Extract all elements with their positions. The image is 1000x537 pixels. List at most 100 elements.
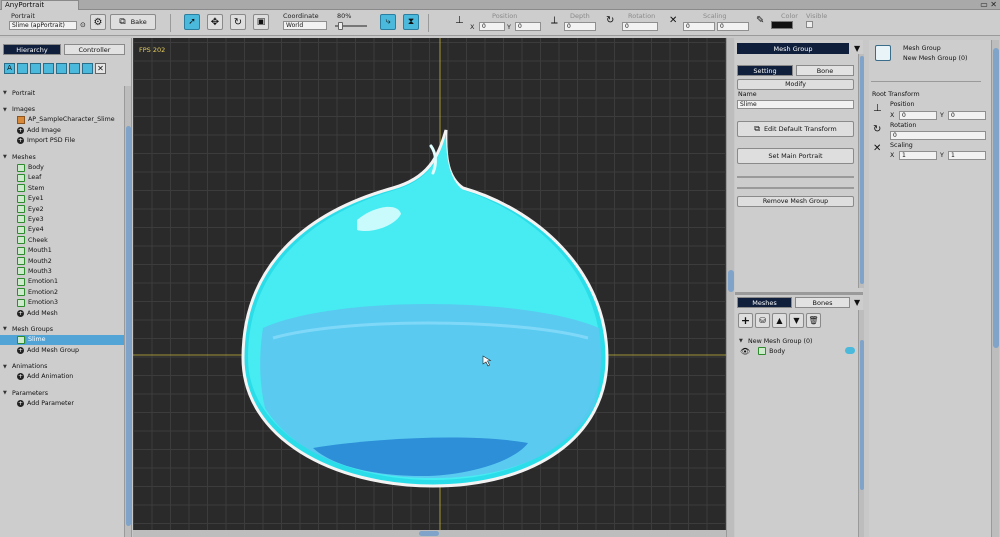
move-up-button[interactable]: ▲ bbox=[772, 313, 787, 328]
select-tool-button[interactable]: ➚ bbox=[184, 14, 200, 30]
color-swatch[interactable] bbox=[771, 21, 793, 29]
scale-tool-button[interactable]: ▣ bbox=[253, 14, 269, 30]
canvas-horizontal-scrollbar[interactable] bbox=[133, 530, 726, 537]
tree-section-images[interactable]: ▼ Images bbox=[3, 104, 122, 114]
eye-visibility-icon[interactable]: 👁 bbox=[740, 347, 750, 356]
mesh-child-toggle-icon[interactable] bbox=[845, 347, 855, 354]
filter-clear-icon[interactable]: ✕ bbox=[95, 63, 106, 74]
window-controls[interactable]: ▭ ✕ bbox=[980, 0, 997, 9]
inspector-scrollbar[interactable] bbox=[991, 40, 999, 537]
add-child-button[interactable]: + bbox=[738, 313, 753, 328]
meshes-scrollbar-thumb[interactable] bbox=[860, 340, 864, 490]
tree-add-image[interactable]: + Add Image bbox=[3, 125, 122, 135]
filter-meshgroup-icon[interactable] bbox=[43, 63, 54, 74]
tree-item-meshgroup-slime[interactable]: Slime bbox=[0, 334, 124, 345]
tree-add-animation[interactable]: + Add Animation bbox=[3, 372, 122, 382]
tree-item-mesh[interactable]: Eye2 bbox=[3, 204, 122, 214]
root-scale-y-input[interactable]: 1 bbox=[948, 151, 986, 160]
edit-default-transform-button[interactable]: ⧉ Edit Default Transform bbox=[737, 121, 854, 137]
tree-item-mesh[interactable]: Body bbox=[3, 162, 122, 172]
zoom-slider-handle[interactable] bbox=[338, 22, 343, 30]
scaling-x-input[interactable]: 0 bbox=[683, 22, 715, 31]
filter-bone-icon[interactable] bbox=[82, 63, 93, 74]
set-main-portrait-button[interactable]: Set Main Portrait bbox=[737, 148, 854, 164]
tree-import-psd[interactable]: + Import PSD File bbox=[3, 136, 122, 146]
scaling-y-input[interactable]: 0 bbox=[717, 22, 749, 31]
root-scale-x-input[interactable]: 1 bbox=[899, 151, 937, 160]
tree-item-mesh[interactable]: Emotion1 bbox=[3, 277, 122, 287]
bake-button[interactable]: ⧉ Bake bbox=[110, 14, 156, 30]
mesh-group-scrollbar[interactable] bbox=[858, 54, 864, 288]
tree-section-parameters[interactable]: ▼ Parameters bbox=[3, 388, 122, 398]
tree-item-mesh[interactable]: Cheek bbox=[3, 235, 122, 245]
tree-item-mesh[interactable]: Mouth1 bbox=[3, 245, 122, 255]
tree-section-portrait[interactable]: ▼ Portrait bbox=[3, 88, 122, 98]
name-input[interactable]: Slime bbox=[737, 100, 854, 109]
meshes-scrollbar[interactable] bbox=[858, 310, 864, 537]
rotation-input[interactable]: 0 bbox=[622, 22, 658, 31]
move-down-button[interactable]: ▼ bbox=[789, 313, 804, 328]
visible-checkbox[interactable] bbox=[806, 21, 813, 28]
tree-item-mesh[interactable]: Leaf bbox=[3, 173, 122, 183]
filter-mesh-icon[interactable] bbox=[30, 63, 41, 74]
meshes-menu-arrow-icon[interactable]: ▼ bbox=[854, 298, 860, 307]
depth-input[interactable]: 0 bbox=[564, 22, 596, 31]
tree-item-mesh[interactable]: Mouth2 bbox=[3, 256, 122, 266]
position-x-input[interactable]: 0 bbox=[479, 22, 505, 31]
filter-parameter-icon[interactable] bbox=[69, 63, 80, 74]
mesh-child-body[interactable]: 👁 Body bbox=[740, 346, 785, 356]
canvas-vertical-scrollbar[interactable] bbox=[726, 38, 734, 537]
tree-add-parameter[interactable]: + Add Parameter bbox=[3, 399, 122, 409]
canvas-vscroll-thumb[interactable] bbox=[728, 270, 734, 292]
tree-section-animations[interactable]: ▼ Animations bbox=[3, 361, 122, 371]
filter-image-icon[interactable] bbox=[17, 63, 28, 74]
tree-item-mesh[interactable]: Emotion2 bbox=[3, 287, 122, 297]
modify-button[interactable]: Modify bbox=[737, 79, 854, 90]
root-pos-y-input[interactable]: 0 bbox=[948, 111, 986, 120]
onion-skin-button[interactable]: ⤷ bbox=[380, 14, 396, 30]
tab-bone[interactable]: Bone bbox=[796, 65, 854, 76]
window-tab[interactable]: AnyPortrait bbox=[1, 0, 79, 10]
layer-button[interactable]: ⛁ bbox=[755, 313, 770, 328]
tree-item-mesh[interactable]: Stem bbox=[3, 183, 122, 193]
tree-item-mesh[interactable]: Emotion3 bbox=[3, 297, 122, 307]
tree-section-mesh-groups[interactable]: ▼ Mesh Groups bbox=[3, 324, 122, 334]
move-tool-button[interactable]: ✥ bbox=[207, 14, 223, 30]
tab-hierarchy[interactable]: Hierarchy bbox=[3, 44, 61, 55]
tree-section-meshes[interactable]: ▼ Meshes bbox=[3, 152, 122, 162]
slime-artwork bbox=[133, 38, 726, 530]
position-y-input[interactable]: 0 bbox=[515, 22, 541, 31]
tab-bones[interactable]: Bones bbox=[795, 297, 850, 308]
tree-item-mesh[interactable]: Eye3 bbox=[3, 214, 122, 224]
portrait-select-target-icon[interactable]: ⊙ bbox=[80, 21, 86, 29]
filter-all-icon[interactable]: A bbox=[4, 63, 15, 74]
settings-gear-button[interactable]: ⚙ bbox=[90, 14, 106, 30]
tree-add-mesh-group[interactable]: + Add Mesh Group bbox=[3, 345, 122, 355]
root-rotation-input[interactable]: 0 bbox=[890, 131, 986, 140]
mesh-group-scrollbar-thumb[interactable] bbox=[860, 56, 864, 284]
coordinate-select[interactable]: World bbox=[283, 21, 327, 30]
tree-add-mesh[interactable]: + Add Mesh bbox=[3, 308, 122, 318]
rotate-tool-button[interactable]: ↻ bbox=[230, 14, 246, 30]
filter-animation-icon[interactable] bbox=[56, 63, 67, 74]
canvas-hscroll-thumb[interactable] bbox=[419, 531, 439, 536]
tree-item-image[interactable]: AP_SampleCharacter_Slime bbox=[3, 115, 122, 125]
tab-setting[interactable]: Setting bbox=[737, 65, 793, 76]
root-pos-x-input[interactable]: 0 bbox=[899, 111, 937, 120]
panel-menu-arrow-icon[interactable]: ▼ bbox=[854, 44, 860, 53]
tree-item-mesh[interactable]: Eye4 bbox=[3, 225, 122, 235]
tree-item-mesh[interactable]: Eye1 bbox=[3, 194, 122, 204]
portrait-select[interactable]: Slime (apPortrait) bbox=[9, 21, 77, 30]
viewport-canvas[interactable]: FPS 202 bbox=[133, 38, 726, 530]
tab-controller[interactable]: Controller bbox=[64, 44, 125, 55]
mesh-group-node[interactable]: ▼ New Mesh Group (0) bbox=[739, 336, 812, 346]
hierarchy-scrollbar-thumb[interactable] bbox=[126, 126, 131, 526]
tree-item-mesh[interactable]: Mouth3 bbox=[3, 266, 122, 276]
hierarchy-scrollbar[interactable] bbox=[124, 86, 131, 537]
remove-mesh-group-button[interactable]: Remove Mesh Group bbox=[737, 196, 854, 207]
mesh-view-button[interactable]: ⧗ bbox=[403, 14, 419, 30]
panel-splitter[interactable] bbox=[735, 292, 863, 295]
inspector-scrollbar-thumb[interactable] bbox=[993, 48, 999, 348]
tab-meshes[interactable]: Meshes bbox=[737, 297, 792, 308]
delete-button[interactable]: 🗑 bbox=[806, 313, 821, 328]
